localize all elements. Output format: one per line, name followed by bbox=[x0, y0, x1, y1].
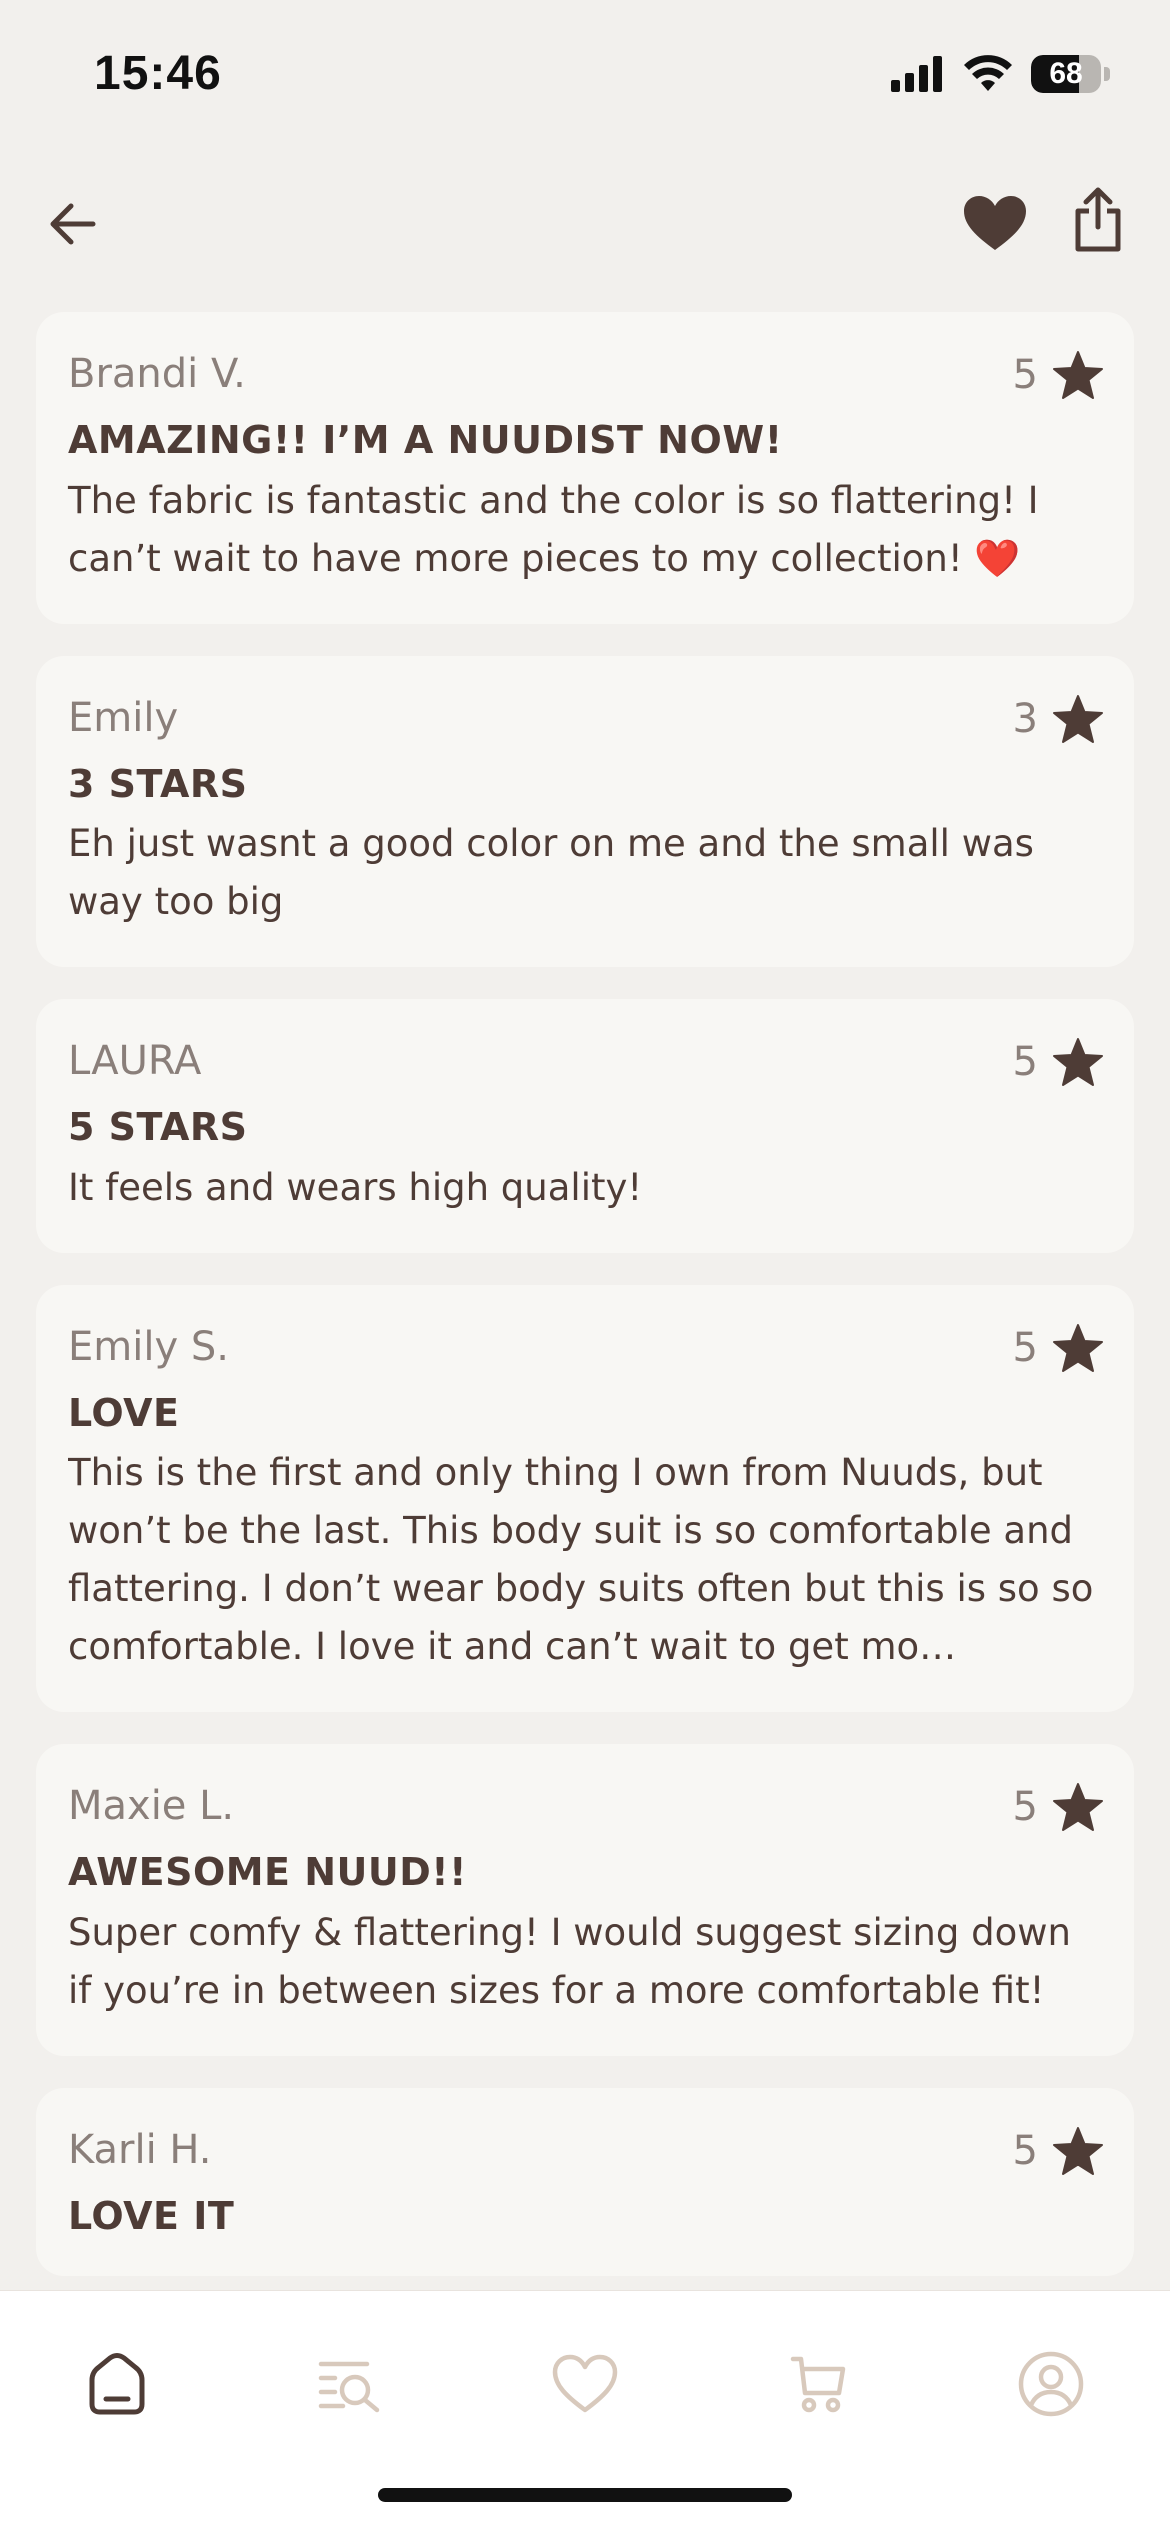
top-navigation bbox=[0, 180, 1170, 270]
review-title: AWESOME NUUD!! bbox=[68, 1850, 467, 1895]
tab-favorites[interactable] bbox=[540, 2339, 630, 2429]
share-button[interactable] bbox=[1060, 180, 1136, 260]
star-icon bbox=[1053, 694, 1103, 743]
review-rating: 5 bbox=[1013, 1037, 1104, 1087]
review-rating: 5 bbox=[1013, 350, 1104, 400]
star-icon bbox=[1053, 1323, 1103, 1372]
review-rating: 5 bbox=[1013, 1323, 1104, 1373]
review-author: Emily S. bbox=[68, 1323, 229, 1370]
review-body: This is the first and only thing I own f… bbox=[68, 1451, 1094, 1669]
review-body: It feels and wears high quality! bbox=[68, 1165, 643, 1209]
home-icon bbox=[89, 2353, 145, 2415]
wifi-icon bbox=[964, 55, 1012, 91]
back-button[interactable] bbox=[40, 192, 104, 256]
review-title: LOVE bbox=[68, 1390, 180, 1435]
review-author: Emily bbox=[68, 694, 179, 741]
rating-value: 5 bbox=[1012, 2127, 1038, 2174]
heart-outline-icon bbox=[552, 2354, 618, 2413]
share-icon bbox=[1075, 187, 1121, 252]
review-card[interactable]: Karli H. 5 LOVE IT bbox=[36, 2087, 1134, 2276]
review-card[interactable]: Brandi V. 5 AMAZING!! I’M A NUUDIST NOW!… bbox=[36, 312, 1134, 624]
tab-cart[interactable] bbox=[773, 2339, 863, 2429]
status-icons: 68 bbox=[891, 52, 1110, 96]
review-author: Brandi V. bbox=[68, 351, 246, 397]
review-card[interactable]: Emily S. 5 LOVE This is the first and on… bbox=[36, 1284, 1134, 1713]
battery-cap bbox=[1104, 67, 1110, 81]
tab-home[interactable] bbox=[72, 2339, 162, 2429]
review-title: AMAZING!! I’M A NUUDIST NOW! bbox=[68, 418, 783, 462]
tab-profile[interactable] bbox=[1006, 2339, 1096, 2429]
review-author: LAURA bbox=[68, 1038, 202, 1085]
rating-value: 5 bbox=[1012, 1784, 1038, 1831]
review-list: Brandi V. 5 AMAZING!! I’M A NUUDIST NOW!… bbox=[36, 312, 1134, 2308]
review-card[interactable]: Emily 3 3 STARS Eh just wasnt a good col… bbox=[36, 655, 1134, 968]
rating-value: 5 bbox=[1012, 1324, 1038, 1371]
review-title: LOVE IT bbox=[68, 2193, 235, 2238]
rating-value: 5 bbox=[1012, 1039, 1038, 1086]
status-bar: 15:46 68 bbox=[0, 0, 1170, 150]
review-title: 5 STARS bbox=[68, 1105, 248, 1150]
review-rating: 3 bbox=[1013, 694, 1104, 744]
tab-search[interactable] bbox=[305, 2339, 395, 2429]
cart-icon bbox=[790, 2356, 846, 2413]
status-time: 15:46 bbox=[94, 47, 222, 100]
signal-icon bbox=[891, 56, 942, 92]
review-card[interactable]: LAURA 5 5 STARS It feels and wears high … bbox=[36, 999, 1134, 1253]
review-author: Karli H. bbox=[68, 2126, 212, 2173]
search-list-icon bbox=[318, 2361, 380, 2413]
favorite-button[interactable] bbox=[955, 188, 1035, 258]
star-icon bbox=[1053, 1783, 1103, 1832]
battery-icon: 68 bbox=[1031, 55, 1101, 93]
battery-percentage: 68 bbox=[1049, 57, 1083, 90]
review-rating: 5 bbox=[1013, 1782, 1104, 1832]
star-icon bbox=[1053, 351, 1103, 399]
heart-filled-icon bbox=[964, 196, 1026, 250]
review-body: The fabric is fantastic and the color is… bbox=[68, 478, 1039, 580]
review-rating: 5 bbox=[1013, 2126, 1104, 2176]
review-title: 3 STARS bbox=[68, 761, 248, 806]
home-indicator bbox=[378, 2488, 792, 2502]
review-author: Maxie L. bbox=[68, 1783, 235, 1830]
review-body: Super comfy & flattering! I would sugges… bbox=[68, 1910, 1071, 2012]
star-icon bbox=[1053, 1038, 1103, 1087]
arrow-left-icon bbox=[50, 203, 96, 245]
star-icon bbox=[1053, 2126, 1103, 2175]
review-card[interactable]: Maxie L. 5 AWESOME NUUD!! Super comfy & … bbox=[36, 1744, 1134, 2056]
rating-value: 3 bbox=[1012, 695, 1038, 742]
profile-icon bbox=[1018, 2351, 1084, 2417]
rating-value: 5 bbox=[1012, 352, 1038, 398]
review-body: Eh just wasnt a good color on me and the… bbox=[68, 822, 1034, 924]
